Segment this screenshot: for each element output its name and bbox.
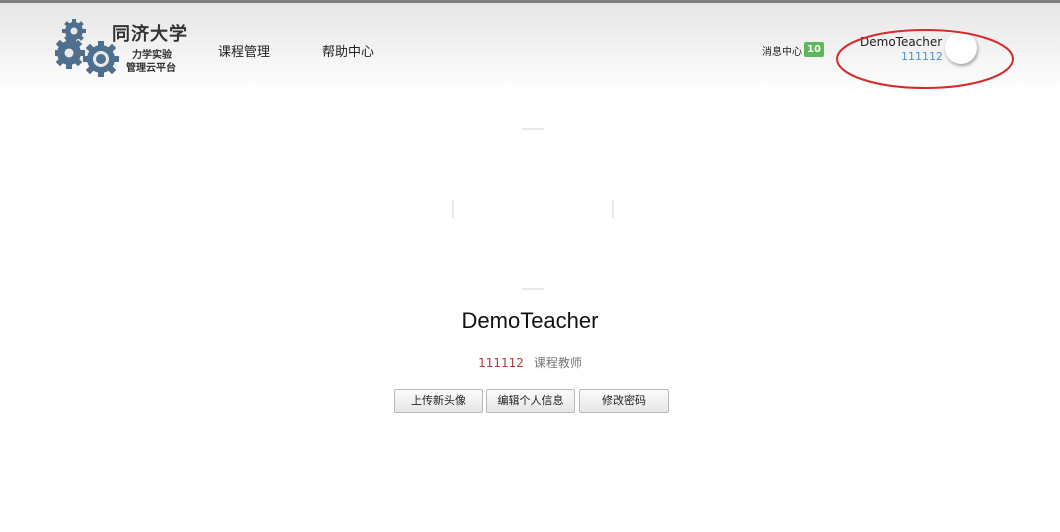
platform-subtitle-line2: 管理云平台 [126, 63, 176, 74]
nav-help-center[interactable]: 帮助中心 [322, 41, 374, 60]
profile-name: DemoTeacher [461, 308, 599, 333]
message-center-link[interactable]: 消息中心 [762, 43, 802, 58]
profile-actions: 上传新头像 编辑个人信息 修改密码 [394, 389, 674, 415]
page: 同济大学 力学实验 管理云平台 课程管理 帮助中心 消息中心 10 DemoTe… [0, 0, 1060, 532]
profile-avatar [452, 128, 614, 290]
header-user-id: 111112 [901, 50, 943, 63]
upload-avatar-button[interactable]: 上传新头像 [394, 389, 483, 413]
profile-role: 课程教师 [533, 356, 582, 370]
university-name: 同济大学 [112, 24, 188, 45]
profile-meta: 111112 课程教师 [0, 354, 1060, 371]
nav-course-management[interactable]: 课程管理 [218, 41, 270, 60]
profile-id: 111112 [478, 356, 524, 370]
platform-logo[interactable]: 同济大学 力学实验 管理云平台 [55, 17, 195, 81]
message-count-badge[interactable]: 10 [804, 42, 824, 57]
header-user-name[interactable]: DemoTeacher [860, 35, 942, 49]
change-password-button[interactable]: 修改密码 [579, 389, 669, 413]
header-user-avatar[interactable] [945, 32, 977, 64]
edit-profile-button[interactable]: 编辑个人信息 [486, 389, 575, 413]
top-navigation-bar: 同济大学 力学实验 管理云平台 课程管理 帮助中心 消息中心 10 DemoTe… [0, 0, 1060, 92]
